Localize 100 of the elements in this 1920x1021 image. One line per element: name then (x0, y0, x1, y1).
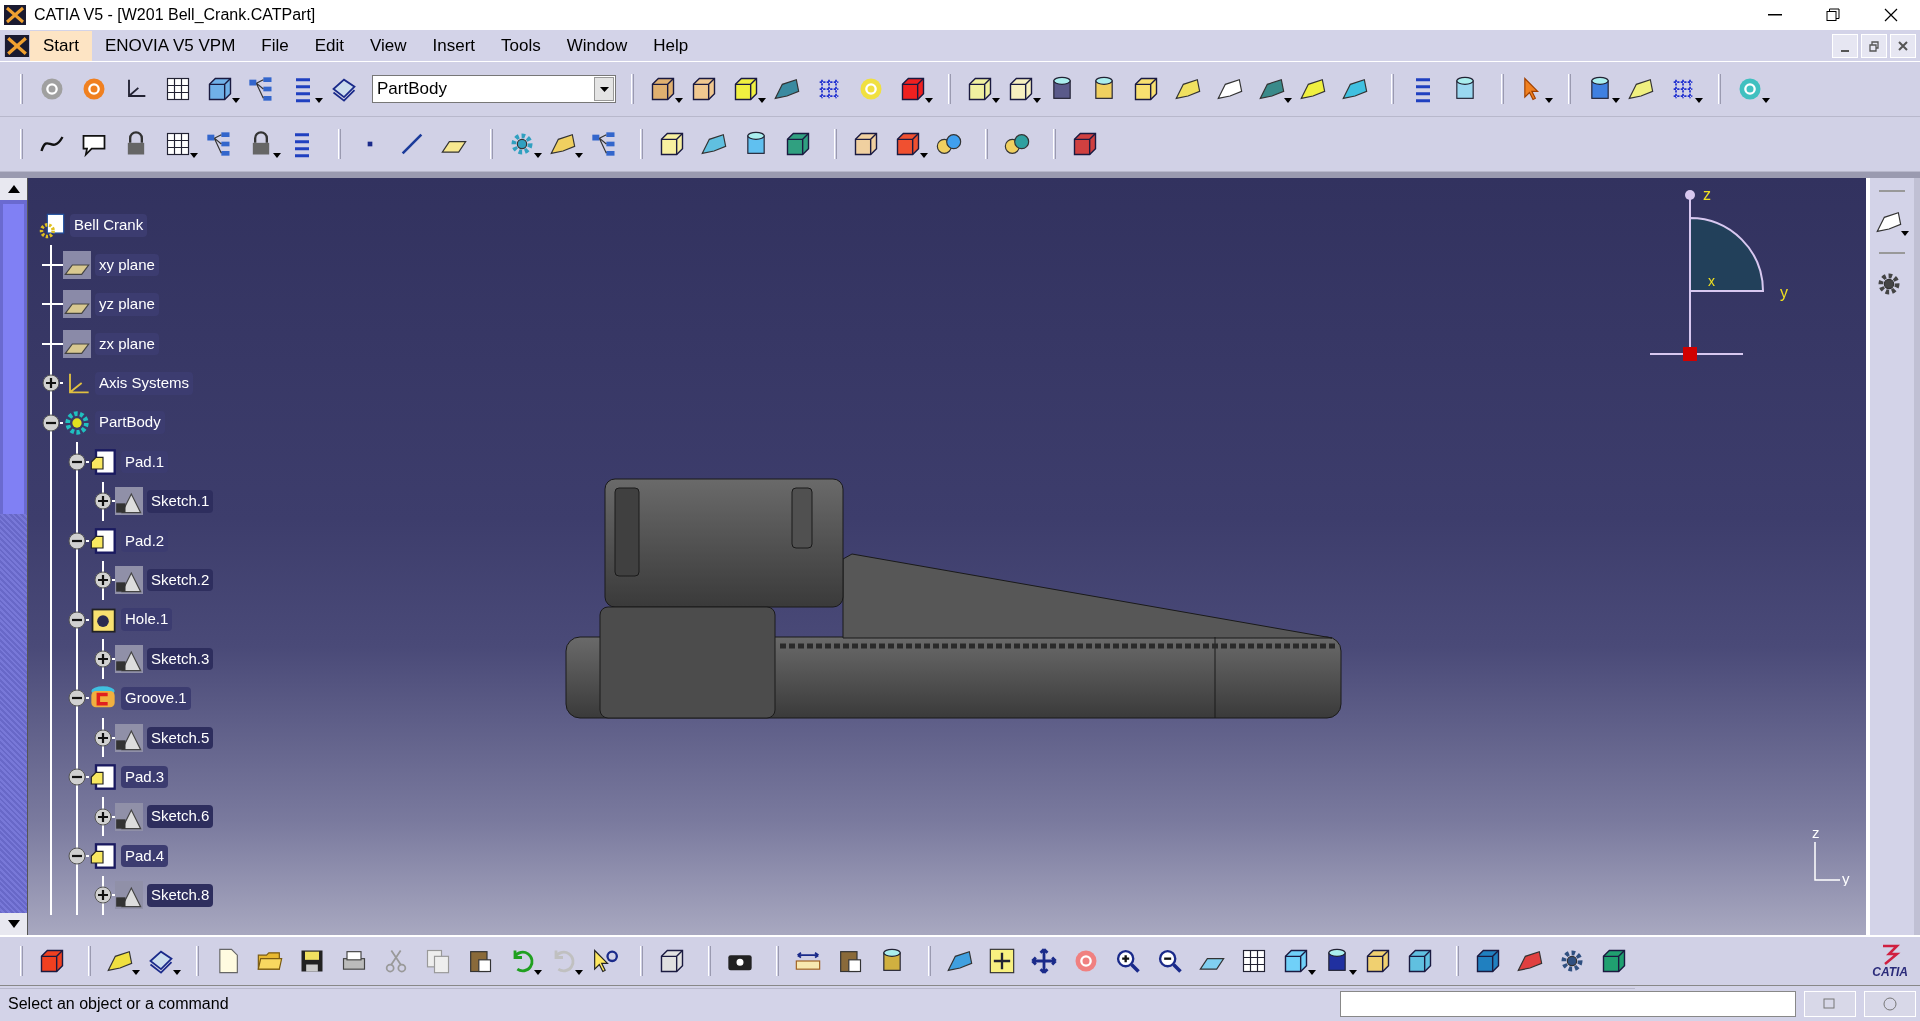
menu-item[interactable]: File (248, 30, 302, 61)
menu-item[interactable]: Insert (419, 30, 489, 61)
app-icon (4, 5, 26, 25)
scrollbar-thumb[interactable] (3, 204, 24, 514)
dropdown-caret-icon[interactable] (1901, 231, 1909, 236)
cube-icon[interactable] (1007, 75, 1035, 103)
cube-icon[interactable] (852, 130, 880, 158)
dropdown-caret-icon[interactable] (1762, 98, 1770, 103)
dropdown-caret-icon[interactable] (534, 153, 542, 158)
fit-all-icon[interactable] (988, 946, 1016, 975)
dropdown-caret-icon[interactable] (575, 153, 583, 158)
collapse-icon[interactable] (68, 768, 86, 787)
dropdown-caret-icon[interactable] (675, 98, 683, 103)
cube-icon[interactable] (658, 130, 686, 158)
dropdown-caret-icon[interactable] (1695, 98, 1703, 103)
menu-item[interactable]: ENOVIA V5 VPM (91, 30, 249, 61)
tree-icon[interactable] (247, 75, 275, 103)
dropdown-caret-icon[interactable] (273, 153, 281, 158)
menu-item[interactable]: View (357, 30, 420, 61)
dropdown-caret-icon[interactable] (925, 98, 933, 103)
expand-icon[interactable] (42, 374, 60, 393)
axis-label: y (1780, 284, 1788, 301)
dropdown-caret-icon[interactable] (315, 98, 323, 103)
dropdown-caret-icon[interactable] (1545, 98, 1553, 103)
table-icon[interactable] (164, 130, 192, 158)
tree-item-label[interactable]: Sketch.5 (147, 726, 214, 749)
mdi-restore-button[interactable] (1861, 33, 1887, 58)
cube-icon[interactable] (899, 75, 927, 103)
tree-item-label[interactable]: Pad.1 (121, 450, 169, 474)
menu-item[interactable]: Tools (488, 30, 554, 61)
tree-item-label[interactable]: Sketch.2 (147, 568, 214, 592)
info-button[interactable] (1864, 990, 1916, 1017)
cube-icon[interactable] (1071, 130, 1099, 158)
mdi-minimize-button[interactable] (1832, 33, 1858, 58)
cube-icon[interactable] (690, 75, 718, 103)
expand-icon[interactable] (94, 571, 112, 590)
tree-item-label[interactable]: Hole.1 (121, 608, 173, 631)
cube-icon[interactable] (206, 75, 234, 103)
dropdown-caret-icon[interactable] (575, 969, 583, 975)
pan-icon[interactable] (1030, 946, 1058, 975)
tree-item-label[interactable]: PartBody (95, 411, 165, 434)
dropdown-caret-icon[interactable] (1033, 98, 1041, 103)
dropdown-caret-icon[interactable] (1612, 98, 1620, 103)
dropdown-caret-icon[interactable] (758, 98, 766, 103)
tree-item-label[interactable]: Sketch.8 (147, 884, 214, 907)
cube-icon[interactable] (894, 130, 922, 158)
scroll-down-button[interactable] (0, 913, 27, 935)
tree-item-label[interactable]: yz plane (95, 293, 159, 316)
collapse-icon[interactable] (68, 846, 86, 865)
dropdown-caret-icon[interactable] (534, 969, 542, 975)
cube-icon[interactable] (1132, 75, 1160, 103)
dropdown-caret-icon[interactable] (1284, 98, 1292, 103)
tree-item-label[interactable]: Sketch.3 (147, 647, 214, 671)
restore-icon (1826, 8, 1840, 22)
expand-icon[interactable] (94, 728, 112, 747)
table-icon[interactable] (164, 75, 192, 103)
cube-icon[interactable] (649, 75, 677, 103)
tree-item-label[interactable]: xy plane (95, 253, 159, 277)
expand-icon[interactable] (94, 807, 112, 826)
tree-item-label[interactable]: Pad.4 (121, 844, 169, 868)
collapse-icon[interactable] (68, 531, 86, 550)
dropdown-caret-icon[interactable] (920, 153, 928, 158)
menu-item[interactable]: Help (640, 30, 702, 61)
tree-item-label[interactable]: Groove.1 (121, 687, 191, 710)
cube-icon[interactable] (732, 75, 760, 103)
cube-icon[interactable] (966, 75, 994, 103)
tree-icon[interactable] (205, 130, 233, 158)
tree-item-label[interactable]: Bell Crank (70, 214, 148, 237)
dropdown-caret-icon[interactable] (232, 98, 240, 103)
expand-icon[interactable] (94, 886, 112, 905)
app-icon[interactable] (4, 34, 30, 57)
collapse-icon[interactable] (68, 453, 86, 472)
menu-item[interactable]: Start (30, 30, 92, 61)
cube-icon[interactable] (784, 130, 812, 158)
dropdown-caret-icon[interactable] (1349, 969, 1357, 975)
tree-item-label[interactable]: Pad.3 (121, 765, 169, 789)
menu-item[interactable]: Edit (301, 30, 357, 61)
tree-icon[interactable] (590, 130, 618, 158)
tree-item-label[interactable]: zx plane (95, 332, 159, 356)
scroll-up-button[interactable] (0, 178, 27, 200)
collapse-icon[interactable] (68, 689, 86, 708)
dropdown-caret-icon (599, 86, 609, 92)
compass-drawing[interactable] (1649, 190, 1764, 361)
mdi-close-button[interactable] (1890, 33, 1916, 58)
command-input-field[interactable] (1340, 990, 1796, 1017)
sketch-icon (115, 802, 143, 831)
tree-item-label[interactable]: Sketch.6 (147, 805, 214, 828)
dropdown-caret-icon[interactable] (1308, 969, 1316, 975)
expand-icon[interactable] (94, 492, 112, 511)
body-selector-dropdown[interactable]: PartBody (372, 75, 616, 103)
tree-item-label[interactable]: Sketch.1 (147, 490, 214, 513)
expand-icon[interactable] (94, 650, 112, 668)
menu-item[interactable]: Window (553, 30, 641, 61)
dropdown-caret-icon[interactable] (132, 969, 140, 975)
dropdown-caret-icon[interactable] (190, 153, 198, 158)
collapse-icon[interactable] (68, 610, 86, 629)
dropdown-caret-icon[interactable] (173, 969, 181, 975)
dropdown-caret-icon[interactable] (992, 98, 1000, 103)
tree-item-label[interactable]: Axis Systems (95, 372, 193, 395)
collapse-icon[interactable] (42, 413, 60, 432)
